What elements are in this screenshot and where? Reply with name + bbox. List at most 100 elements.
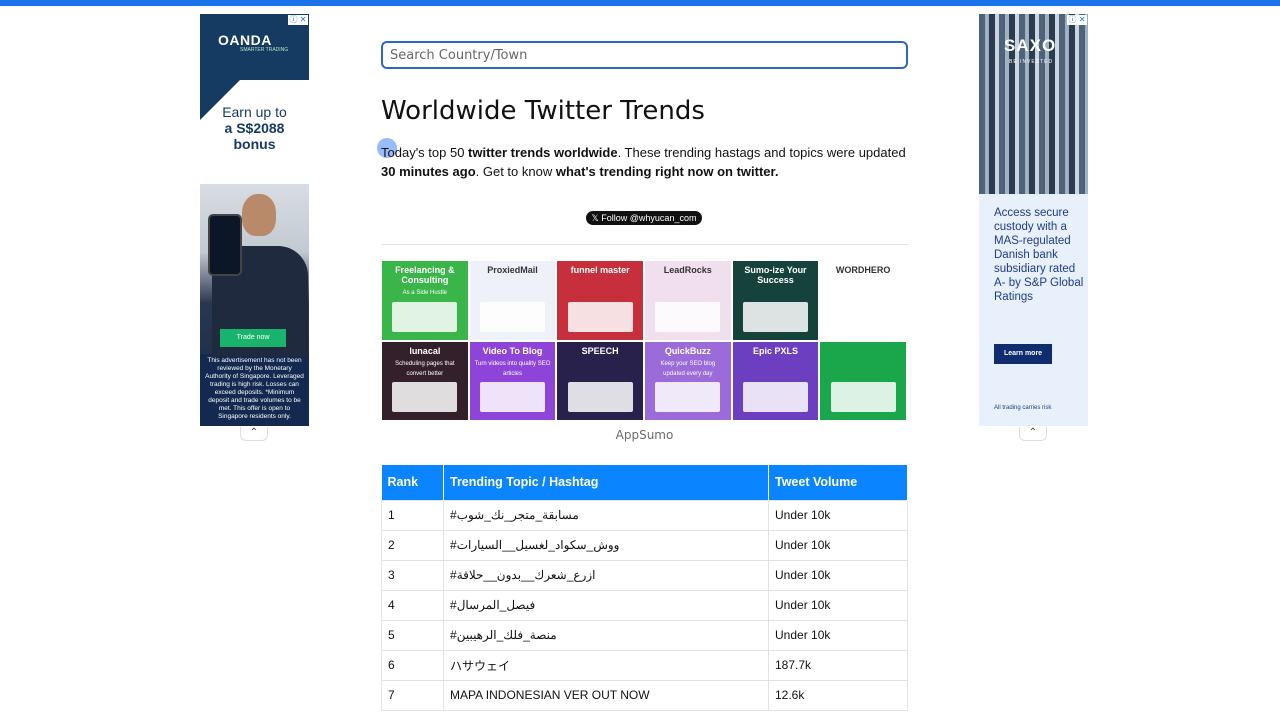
volume-cell: 12.6k <box>768 679 908 711</box>
volume-cell: Under 10k <box>768 589 908 621</box>
rank-cell: 4 <box>381 589 444 621</box>
ad-headline: Earn up to a S$2088 bonus <box>200 104 309 152</box>
appsumo-tile-preview <box>830 382 896 412</box>
appsumo-tile-title: WORDHERO <box>835 265 891 275</box>
appsumo-tile-title: Video To Blog <box>482 345 543 356</box>
rank-cell: 7 <box>381 679 444 711</box>
topic-cell[interactable]: #فيصل_المرسال <box>443 589 769 621</box>
intro-text: Today's top 50 twitter trends worldwide.… <box>381 143 908 181</box>
appsumo-tile-subtitle: Turn videos into quality SEO articles <box>474 360 551 377</box>
ad-info-icon[interactable]: ⓘ ✕ <box>1067 15 1087 25</box>
intro-bold-time: 30 minutes ago <box>381 164 476 179</box>
appsumo-tile-title: Sumo-ize Your Success <box>744 265 807 285</box>
saxo-logo-subtitle: BE INVESTED <box>1009 59 1054 65</box>
top-accent-bar <box>0 0 1280 6</box>
volume-cell: Under 10k <box>768 619 908 651</box>
appsumo-tile-preview <box>392 301 458 332</box>
appsumo-tile[interactable]: LeadRocks <box>644 261 731 340</box>
volume-cell: 187.7k <box>768 649 908 681</box>
volume-cell: Under 10k <box>768 559 908 591</box>
appsumo-tile-subtitle: As a Side Hustle <box>402 290 447 296</box>
rank-cell: 2 <box>381 529 444 561</box>
intro-prefix: Today's top 50 <box>381 145 469 160</box>
header-rank[interactable]: Rank <box>381 465 444 500</box>
ad-headline-line1: Earn up to <box>222 104 287 120</box>
twitter-follow-button[interactable]: 𝕏 Follow @whyucan_com <box>586 211 702 225</box>
appsumo-tile[interactable]: funnel master <box>557 261 643 340</box>
appsumo-tile[interactable]: Video To Blog Turn videos into quality SE… <box>469 341 556 420</box>
divider <box>381 244 908 245</box>
chevron-up-icon[interactable]: ⌃ <box>1019 427 1047 441</box>
ad-headline-line3: bonus <box>233 136 276 152</box>
rank-cell: 5 <box>381 619 444 651</box>
appsumo-tile-preview <box>742 382 809 412</box>
table-row: 5 #منصة_فلك_الرهيبين Under 10k <box>381 619 908 651</box>
x-logo-icon: 𝕏 <box>591 213 602 223</box>
ad-headline-line2: a S$2088 <box>224 120 285 136</box>
appsumo-tile-preview <box>655 301 721 332</box>
topic-cell[interactable]: ハサウェイ <box>443 649 769 681</box>
table-row: 4 #فيصل_المرسال Under 10k <box>381 589 908 621</box>
table-row: 3 #ازرع_شعرك__بدون__حلاقة Under 10k <box>381 559 908 591</box>
phone-image <box>208 214 242 276</box>
follow-label: Follow @whyucan_com <box>601 213 697 223</box>
topic-cell[interactable]: MAPA INDONESIAN VER OUT NOW <box>443 679 769 711</box>
appsumo-tile[interactable]: SPEECH <box>557 341 643 420</box>
appsumo-tile-title: SPEECH <box>581 345 619 356</box>
chevron-up-icon[interactable]: ⌃ <box>240 427 268 441</box>
intro-bold-trends: twitter trends worldwide <box>468 145 618 160</box>
table-row: 7 MAPA INDONESIAN VER OUT NOW 12.6k <box>381 679 908 711</box>
appsumo-tile-preview <box>392 382 458 412</box>
saxo-logo: SAXO <box>1004 36 1057 55</box>
oanda-logo-subtitle: SMARTER TRADING <box>240 47 289 53</box>
appsumo-tile-title: lunacal <box>409 345 441 356</box>
volume-cell: Under 10k <box>768 529 908 561</box>
appsumo-tile-title: QuickBuzz <box>664 345 711 356</box>
ad-body-text: Access secure custody with a MAS-regulat… <box>994 207 1084 303</box>
intro-middle2: . Get to know <box>475 164 556 179</box>
appsumo-tile-subtitle: Keep your SEO blog updated every day <box>660 360 716 377</box>
volume-cell: Under 10k <box>768 499 908 531</box>
right-ad-banner[interactable]: SAXO BE INVESTED Access secure custody w… <box>979 14 1088 426</box>
topic-cell[interactable]: #ازرع_شعرك__بدون__حلاقة <box>443 559 769 591</box>
appsumo-tile-title: Freelancing & Consulting <box>395 265 455 285</box>
table-row: 1 #مسابقة_متجر_نك_شوب Under 10k <box>381 499 908 531</box>
appsumo-tile[interactable]: Freelancing & Consulting As a Side Hustle <box>382 261 468 340</box>
left-ad-banner[interactable]: OANDA SMARTER TRADING Earn up to a S$208… <box>200 14 309 426</box>
page-title: Worldwide Twitter Trends <box>381 96 705 126</box>
rank-cell: 3 <box>381 559 444 591</box>
appsumo-tile[interactable] <box>820 341 906 420</box>
rank-cell: 6 <box>381 649 444 681</box>
intro-middle: . These trending hastags and topics were… <box>617 145 906 160</box>
appsumo-tile-preview <box>479 382 546 412</box>
appsumo-tile[interactable]: QuickBuzz Keep your SEO blog updated ever… <box>644 341 731 420</box>
appsumo-tile-preview <box>567 382 633 412</box>
person-head <box>242 194 276 236</box>
oanda-logo: OANDA <box>218 32 272 48</box>
header-topic[interactable]: Trending Topic / Hashtag <box>443 465 769 500</box>
topic-cell[interactable]: #ووش_سكواد_لغسيل__السيارات <box>443 529 769 561</box>
topic-cell[interactable]: #منصة_فلك_الرهيبين <box>443 619 769 651</box>
appsumo-tile-title: Epic PXLS <box>752 345 798 356</box>
table-row: 2 #ووش_سكواد_لغسيل__السيارات Under 10k <box>381 529 908 561</box>
appsumo-tile[interactable]: ProxiedMail <box>469 261 556 340</box>
search-input[interactable] <box>381 41 908 69</box>
trade-now-button[interactable]: Trade now <box>220 329 286 347</box>
appsumo-ad-grid[interactable]: Freelancing & Consulting As a Side Hustle… <box>382 261 906 420</box>
appsumo-tile-preview <box>567 301 633 332</box>
ad-disclaimer: This advertisement has not been reviewed… <box>205 357 304 420</box>
ad-info-icon[interactable]: ⓘ ✕ <box>288 15 308 25</box>
intro-bold-trending: what's trending right now on twitter. <box>555 164 779 179</box>
appsumo-tile[interactable]: Sumo-ize Your Success <box>732 261 819 340</box>
table-header-row: Rank Trending Topic / Hashtag Tweet Volu… <box>381 465 908 500</box>
table-row: 6 ハサウェイ 187.7k <box>381 649 908 681</box>
appsumo-tile[interactable]: lunacal Scheduling pages that convert bet… <box>382 341 468 420</box>
learn-more-button[interactable]: Learn more <box>994 344 1052 364</box>
header-volume[interactable]: Tweet Volume <box>768 465 908 500</box>
trends-table: Rank Trending Topic / Hashtag Tweet Volu… <box>381 465 908 711</box>
appsumo-tile-subtitle: Scheduling pages that convert better <box>395 360 455 377</box>
appsumo-tile-title: LeadRocks <box>663 265 712 275</box>
appsumo-tile[interactable]: WORDHERO <box>820 261 906 340</box>
appsumo-tile[interactable]: Epic PXLS <box>732 341 819 420</box>
topic-cell[interactable]: #مسابقة_متجر_نك_شوب <box>443 499 769 531</box>
